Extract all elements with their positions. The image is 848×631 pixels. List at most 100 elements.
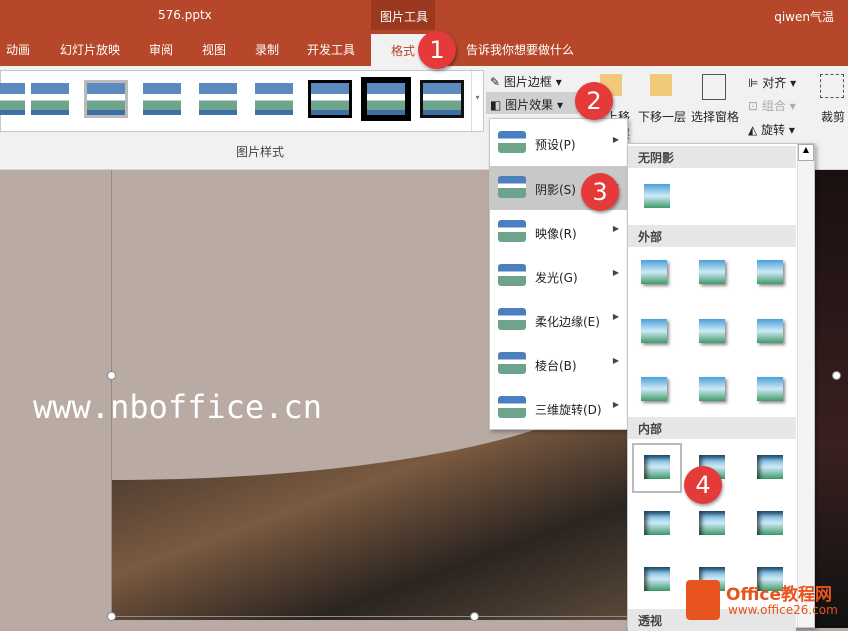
office-logo-icon — [686, 580, 720, 620]
align-button[interactable]: ⊫ 对齐 ▾ — [748, 74, 796, 91]
shadow-option[interactable] — [644, 511, 670, 535]
group-label: 组合 — [761, 99, 786, 113]
style-thumb[interactable] — [420, 80, 464, 118]
picture-border-button[interactable]: ✎ 图片边框 ▾ — [490, 73, 562, 90]
style-thumb[interactable] — [143, 83, 181, 115]
3d-rotation-icon — [498, 396, 526, 418]
slide-text[interactable]: www.nboffice.cn — [33, 388, 322, 426]
tab-developer[interactable]: 开发工具 — [307, 41, 355, 58]
menu-item-glow[interactable]: 发光(G) ▶ — [490, 254, 627, 298]
menu-item-label: 三维旋转(D) — [535, 403, 602, 417]
shadow-option[interactable] — [757, 455, 783, 479]
style-thumb[interactable] — [31, 83, 69, 115]
glow-icon — [498, 264, 526, 286]
picture-tools-label: 图片工具 — [371, 0, 435, 34]
shadow-icon — [498, 176, 526, 198]
tell-me-search[interactable]: 告诉我你想要做什么 — [466, 41, 574, 58]
style-thumb[interactable] — [84, 80, 128, 118]
crop-button[interactable]: 裁剪 — [821, 108, 845, 125]
bevel-icon — [498, 352, 526, 374]
menu-item-soft-edges[interactable]: 柔化边缘(E) ▶ — [490, 298, 627, 342]
picture-effects-menu: 预设(P) ▶ 阴影(S) ▶ 映像(R) ▶ 发光(G) ▶ 柔化边缘(E) ▶ 棱台(… — [489, 118, 628, 430]
send-backward-button[interactable]: 下移一层 — [638, 108, 686, 125]
tab-record[interactable]: 录制 — [255, 41, 279, 58]
resize-handle[interactable] — [832, 371, 841, 380]
chevron-right-icon: ▶ — [612, 312, 619, 321]
section-inner: 内部 — [628, 417, 796, 439]
section-outer: 外部 — [628, 225, 796, 247]
reflection-icon — [498, 220, 526, 242]
selection-pane-button[interactable]: 选择窗格 — [691, 108, 739, 125]
shadow-option[interactable] — [757, 319, 783, 343]
shadow-option[interactable] — [641, 260, 667, 284]
shadow-option[interactable] — [699, 377, 725, 401]
watermark-url: www.office26.com — [728, 603, 838, 617]
tab-slideshow[interactable]: 幻灯片放映 — [60, 41, 120, 58]
watermark-name: Office教程网 — [726, 585, 833, 605]
style-thumb[interactable] — [308, 80, 352, 118]
shadow-option[interactable] — [644, 455, 670, 479]
tab-review[interactable]: 审阅 — [149, 41, 173, 58]
menu-item-bevel[interactable]: 棱台(B) ▶ — [490, 342, 627, 386]
shadow-option[interactable] — [644, 567, 670, 591]
shadow-option[interactable] — [757, 260, 783, 284]
soft-edges-icon — [498, 308, 526, 330]
group-button[interactable]: ⊡ 组合 ▾ — [748, 97, 796, 114]
style-thumb[interactable] — [199, 83, 237, 115]
user-name[interactable]: qiwen气温 — [774, 8, 834, 25]
step-badge: 2 — [575, 82, 613, 120]
resize-handle[interactable] — [470, 612, 479, 621]
chevron-right-icon: ▶ — [612, 268, 619, 277]
shadow-option[interactable] — [757, 377, 783, 401]
chevron-right-icon: ▶ — [612, 224, 619, 233]
menu-item-label: 阴影(S) — [535, 183, 576, 197]
shadow-option[interactable] — [699, 511, 725, 535]
send-backward-icon — [650, 74, 672, 96]
shadow-option[interactable] — [699, 319, 725, 343]
chevron-right-icon: ▶ — [612, 356, 619, 365]
shadow-option-none[interactable] — [644, 184, 670, 208]
step-badge: 3 — [581, 173, 619, 211]
scrollbar[interactable]: ▲ — [797, 144, 814, 627]
preset-icon — [498, 131, 526, 153]
menu-item-label: 映像(R) — [535, 227, 577, 241]
shadow-option[interactable] — [757, 511, 783, 535]
step-badge: 4 — [684, 466, 722, 504]
shadow-option[interactable] — [699, 260, 725, 284]
scroll-up-icon[interactable]: ▲ — [798, 144, 814, 161]
title-bar: 576.pptx 图片工具 qiwen气温 — [0, 0, 848, 34]
picture-effects-button[interactable]: ◧ 图片效果 ▾ — [486, 92, 578, 114]
chevron-right-icon: ▶ — [612, 400, 619, 409]
resize-handle[interactable] — [107, 371, 116, 380]
menu-item-preset[interactable]: 预设(P) ▶ — [490, 121, 627, 165]
menu-item-label: 预设(P) — [535, 138, 576, 152]
menu-item-label: 发光(G) — [535, 271, 578, 285]
group-label-picture-styles: 图片样式 — [236, 145, 285, 159]
crop-icon — [820, 74, 844, 98]
slide-photo-edge — [815, 170, 848, 628]
rotate-button[interactable]: ◭ 旋转 ▾ — [748, 121, 795, 138]
selection-pane-icon — [702, 74, 726, 100]
tab-view[interactable]: 视图 — [202, 41, 226, 58]
picture-border-label: 图片边框 — [503, 75, 552, 89]
shadow-option[interactable] — [641, 319, 667, 343]
style-thumb[interactable] — [255, 83, 293, 115]
picture-effects-label: 图片效果 — [505, 98, 554, 112]
tab-animation[interactable]: 动画 — [6, 41, 30, 58]
shadow-gallery: 无阴影 外部 内部 透视 ▲ — [627, 143, 815, 631]
resize-handle[interactable] — [107, 612, 116, 621]
menu-item-label: 棱台(B) — [535, 359, 577, 373]
chevron-right-icon: ▶ — [612, 135, 619, 144]
gallery-scroll[interactable]: ▾ — [471, 71, 483, 131]
picture-styles-gallery[interactable]: ▾ — [0, 70, 484, 132]
menu-item-label: 柔化边缘(E) — [535, 315, 600, 329]
shadow-option[interactable] — [641, 377, 667, 401]
step-badge: 1 — [418, 31, 456, 69]
file-name: 576.pptx — [158, 8, 212, 22]
align-label: 对齐 — [762, 76, 787, 90]
menu-item-3d-rotation[interactable]: 三维旋转(D) ▶ — [490, 386, 627, 430]
menu-item-reflection[interactable]: 映像(R) ▶ — [490, 210, 627, 254]
style-thumb[interactable] — [361, 77, 411, 121]
rotate-label: 旋转 — [761, 123, 786, 137]
style-thumb[interactable] — [0, 83, 25, 115]
